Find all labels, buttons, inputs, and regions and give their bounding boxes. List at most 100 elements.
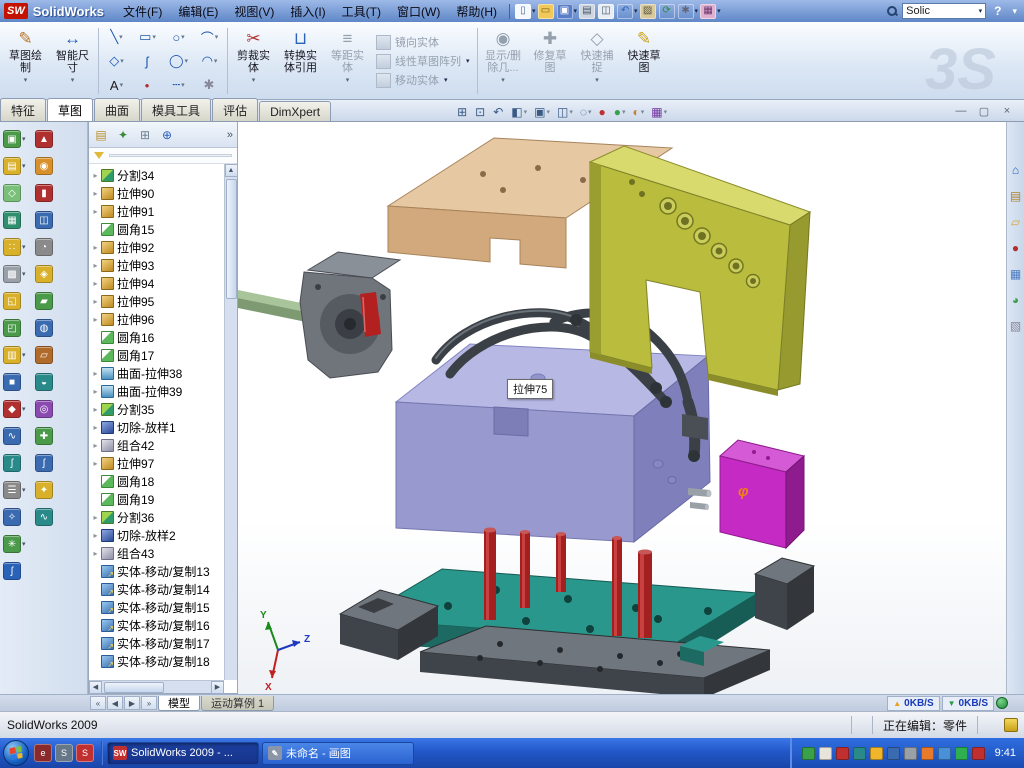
manager-tab-icon[interactable]: ▤	[93, 127, 109, 143]
toolbar-button[interactable]: ✧	[3, 508, 26, 526]
sketch-tool-icon[interactable]: ◯ ▾	[163, 49, 194, 73]
toolbar-button[interactable]: ◇	[3, 184, 26, 202]
titlebar-tool-icon[interactable]: ▯ ▾	[515, 4, 536, 19]
part-magenta-insert[interactable]: φ	[720, 440, 804, 548]
tab-nav-icon[interactable]: ◀	[107, 696, 123, 710]
expand-arrow-icon[interactable]: ▸	[91, 405, 100, 414]
expand-arrow-icon[interactable]: ▸	[91, 171, 100, 180]
scrollbar-thumb[interactable]	[104, 682, 164, 693]
tree-vertical-scrollbar[interactable]: ▲	[224, 164, 237, 680]
toolbar-button[interactable]: ◒	[35, 373, 54, 391]
feature-tree-item[interactable]: 实体-移动/复制16	[89, 616, 224, 634]
ribbon-stacked-button[interactable]: 镜向实体	[376, 34, 470, 50]
feature-tree-item[interactable]: ▸ 组合43	[89, 544, 224, 562]
expand-arrow-icon[interactable]: ▸	[91, 459, 100, 468]
tray-icon[interactable]	[921, 747, 934, 760]
toolbar-button[interactable]: ▦	[3, 211, 26, 229]
feature-tree-item[interactable]: ▸ 分割36	[89, 508, 224, 526]
part-mold-block[interactable]	[396, 344, 712, 542]
toolbar-button[interactable]: ◍	[35, 319, 54, 337]
feature-tree-item[interactable]: 实体-移动/复制15	[89, 598, 224, 616]
expand-arrow-icon[interactable]: ▸	[91, 531, 100, 540]
toolbar-button[interactable]: ▱	[35, 346, 54, 364]
task-pane-icon[interactable]: ●	[1008, 240, 1023, 255]
toolbar-button[interactable]: ʃ	[3, 454, 26, 472]
titlebar-tool-icon[interactable]: ▤	[579, 4, 596, 19]
toolbar-button[interactable]: ✚	[35, 427, 54, 445]
quick-launch-icon[interactable]: S	[55, 744, 73, 762]
ribbon-stacked-button[interactable]: 移动实体 ▾	[376, 72, 470, 88]
tray-icon[interactable]	[938, 747, 951, 760]
toolbar-button[interactable]: ▣ ▾	[3, 130, 26, 148]
view-tool-icon[interactable]: ↶	[493, 106, 504, 118]
toolbar-button[interactable]: ▩ ▾	[3, 265, 26, 283]
toolbar-button[interactable]: ◫	[35, 211, 54, 229]
tray-icon[interactable]	[904, 747, 917, 760]
sketch-tool-icon[interactable]: ⌒ ▾	[194, 25, 225, 49]
toolbar-button[interactable]: ◰	[3, 319, 26, 337]
ribbon-button[interactable]: ✎ 草图绘制 ▾	[2, 25, 49, 97]
expand-arrow-icon[interactable]: ▸	[91, 423, 100, 432]
sketch-tool-icon[interactable]: ʃ	[132, 49, 163, 73]
graphics-viewport[interactable]: φ	[238, 122, 1006, 694]
task-pane-icon[interactable]: ⌂	[1008, 162, 1023, 177]
feature-tree-item[interactable]: ▸ 分割35	[89, 400, 224, 418]
ribbon-stacked-button[interactable]: 线性草图阵列 ▾	[376, 53, 470, 69]
task-pane-icon[interactable]: ▤	[1008, 188, 1023, 203]
view-tool-icon[interactable]: ◐ ▾	[633, 106, 645, 118]
feature-tree-item[interactable]: ▸ 组合42	[89, 436, 224, 454]
feature-tree-item[interactable]: ▸ 拉伸94	[89, 274, 224, 292]
feature-tree-item[interactable]: ▸ 拉伸95	[89, 292, 224, 310]
toolbar-button[interactable]: ◔	[35, 238, 54, 256]
toolbar-button[interactable]: ▮	[35, 184, 54, 202]
feature-tree-item[interactable]: 圆角19	[89, 490, 224, 508]
taskbar-task-button[interactable]: ✎ 未命名 - 画图	[262, 742, 414, 765]
feature-tree-item[interactable]: ▸ 切除-放样1	[89, 418, 224, 436]
window-control-icon[interactable]: —	[954, 105, 968, 118]
part-cam-clamp[interactable]	[300, 252, 400, 378]
feature-tree-item[interactable]: 实体-移动/复制18	[89, 652, 224, 670]
ribbon-button[interactable]: ◉ 显示/删除几... ▾	[480, 25, 527, 97]
toolbar-button[interactable]: ▤ ▾	[3, 157, 26, 175]
task-pane-icon[interactable]: ◕	[1008, 292, 1023, 307]
ribbon-button[interactable]: ⊔ 转换实体引用	[277, 25, 324, 97]
scroll-left-icon[interactable]: ◀	[89, 681, 102, 694]
document-tab[interactable]: 运动算例 1	[201, 696, 274, 711]
search-input[interactable]: Solic ▾	[902, 3, 986, 19]
feature-tree-item[interactable]: 圆角17	[89, 346, 224, 364]
expand-arrow-icon[interactable]: ▸	[91, 315, 100, 324]
view-tool-icon[interactable]: ▦ ▾	[651, 106, 667, 118]
tray-icon[interactable]	[972, 747, 985, 760]
task-pane-icon[interactable]: ▱	[1008, 214, 1023, 229]
view-tool-icon[interactable]: ▣ ▾	[534, 106, 550, 118]
titlebar-tool-icon[interactable]: ▭	[538, 4, 555, 19]
menu-item[interactable]: 文件(F)	[116, 1, 169, 22]
quick-launch-icon[interactable]: e	[34, 744, 52, 762]
command-manager-tab[interactable]: 特征	[0, 98, 46, 121]
expand-arrow-icon[interactable]: ▸	[91, 297, 100, 306]
manager-tab-icon[interactable]: ⊞	[137, 127, 153, 143]
feature-tree-item[interactable]: ▸ 拉伸93	[89, 256, 224, 274]
view-tool-icon[interactable]: ◫ ▾	[557, 106, 573, 118]
scroll-up-icon[interactable]: ▲	[225, 164, 238, 177]
document-tab[interactable]: 模型	[158, 696, 200, 711]
tray-icon[interactable]	[955, 747, 968, 760]
toolbar-button[interactable]: ʃ	[3, 562, 26, 580]
feature-tree-item[interactable]: ▸ 曲面-拉伸39	[89, 382, 224, 400]
feature-tree-item[interactable]: ▸ 拉伸90	[89, 184, 224, 202]
toolbar-options-chevron[interactable]: ▾	[1009, 6, 1020, 17]
toolbar-button[interactable]: ▰	[35, 292, 54, 310]
window-control-icon[interactable]: ▢	[977, 105, 991, 118]
toolbar-button[interactable]: ▲	[35, 130, 54, 148]
help-button[interactable]: ?	[990, 4, 1005, 18]
view-tool-icon[interactable]: ●	[599, 106, 607, 118]
taskbar-task-button[interactable]: SW SolidWorks 2009 - ...	[107, 742, 259, 765]
sketch-tool-icon[interactable]: A ▾	[101, 73, 132, 97]
menu-item[interactable]: 视图(V)	[227, 1, 281, 22]
feature-tree-item[interactable]: 圆角15	[89, 220, 224, 238]
menu-item[interactable]: 工具(T)	[335, 1, 388, 22]
net-monitor-icon[interactable]	[996, 697, 1008, 709]
titlebar-tool-icon[interactable]: ▨	[640, 4, 657, 19]
sketch-tool-icon[interactable]: ┄ ▾	[163, 73, 194, 97]
command-manager-tab[interactable]: 曲面	[94, 98, 140, 121]
